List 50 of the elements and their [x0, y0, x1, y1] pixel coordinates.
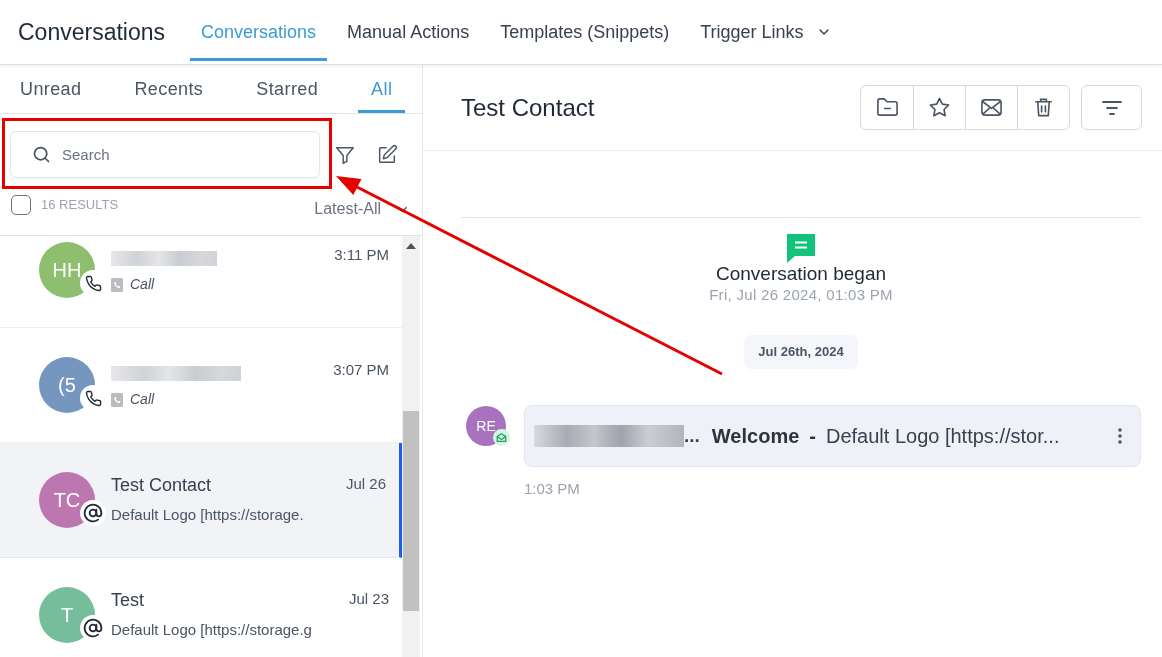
conversation-time: 3:07 PM — [333, 360, 389, 380]
message-time: 1:03 PM — [524, 479, 580, 499]
mail-icon — [980, 96, 1003, 119]
contact-name: Test Contact — [111, 473, 212, 496]
contact-title: Test Contact — [461, 92, 595, 123]
scroll-up-icon[interactable] — [406, 243, 416, 249]
phone-icon — [111, 277, 123, 292]
nav-tab[interactable]: Templates (Snippets) — [489, 0, 681, 61]
filter-tab[interactable]: Starred — [243, 65, 332, 113]
avatar: HH — [39, 242, 95, 298]
sort-dropdown[interactable]: Latest-All — [314, 197, 410, 221]
scrollbar-thumb[interactable] — [403, 411, 419, 611]
conversation-time: Jul 26 — [345, 473, 386, 494]
folder-minus-icon — [875, 96, 899, 119]
nav-tab[interactable]: Trigger Links — [689, 0, 843, 61]
event-label: Conversation began — [715, 263, 887, 285]
message-subject: Welcome — [711, 424, 800, 449]
avatar: (5 — [39, 357, 95, 413]
filter-button[interactable] — [1081, 85, 1142, 130]
avatar: RE — [466, 406, 506, 446]
page-title: Conversations — [18, 18, 166, 46]
results-count: 16 RESULTS — [41, 196, 119, 215]
filter-tab[interactable]: Recents — [121, 65, 217, 113]
trash-icon — [1032, 96, 1055, 119]
event-time: Fri, Jul 26 2024, 01:03 PM — [709, 285, 893, 305]
message-preview: Default Logo [https://storage.g — [111, 619, 312, 640]
chat-bubble-icon — [786, 233, 816, 263]
conversation-time: Jul 23 — [348, 588, 389, 609]
separator: - — [809, 424, 816, 449]
avatar: T — [39, 587, 95, 643]
search-field[interactable]: Search — [10, 131, 320, 178]
phone-icon — [111, 392, 123, 407]
avatar: TC — [39, 472, 95, 528]
nav-tab[interactable]: Manual Actions — [336, 0, 481, 61]
edit-icon[interactable] — [376, 143, 398, 166]
mail-icon — [493, 429, 510, 446]
checkbox[interactable] — [11, 195, 31, 215]
at-sign-icon — [80, 500, 106, 526]
more-vertical-icon[interactable] — [1118, 428, 1122, 444]
conversation-item[interactable]: TC Test Contact Jul 26 Default Logo [https://storage. — [0, 443, 402, 558]
message-preview: Call — [130, 275, 155, 294]
star-icon — [928, 96, 951, 119]
conversation-time: 3:11 PM — [334, 245, 389, 265]
sender-name: ... — [684, 423, 700, 448]
message-preview: Call — [130, 390, 155, 409]
message-body: Default Logo [https://stor... — [825, 424, 1060, 449]
filter-tab[interactable]: Unread — [7, 65, 95, 113]
contact-name: Test — [111, 588, 144, 611]
message-preview: Default Logo [https://storage. — [111, 504, 304, 525]
search-icon — [31, 144, 52, 165]
